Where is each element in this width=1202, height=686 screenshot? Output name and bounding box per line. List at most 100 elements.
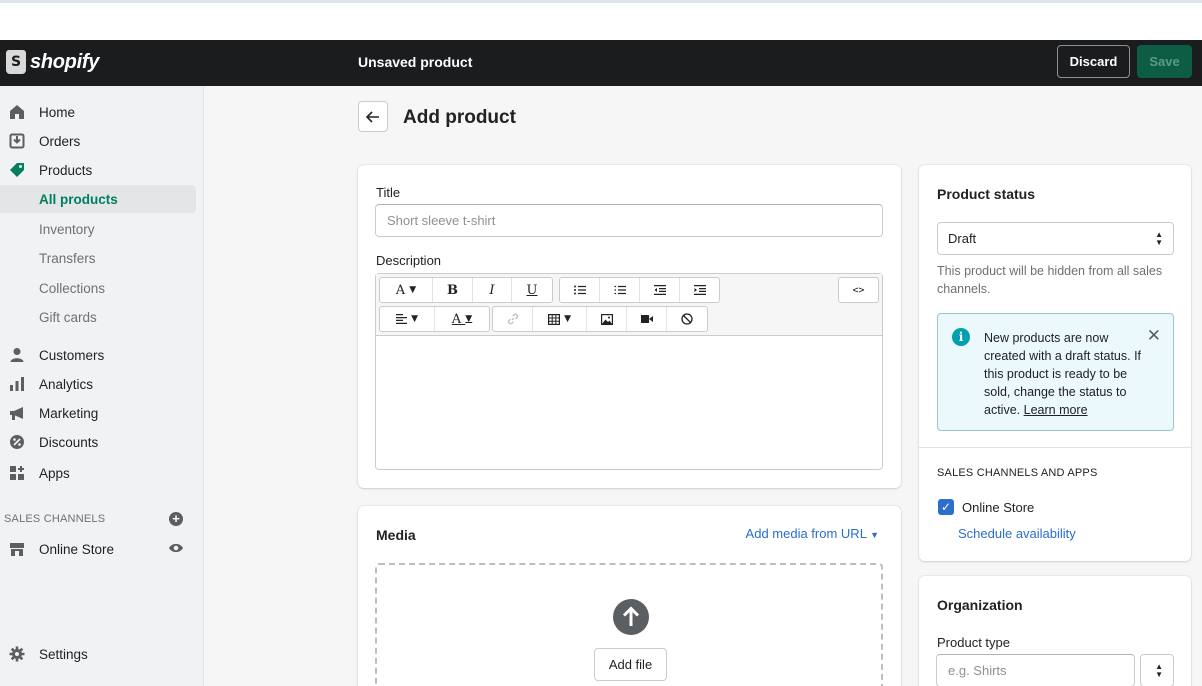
sidebar-item-label: Collections	[39, 280, 106, 296]
outdent-icon[interactable]	[640, 278, 680, 302]
online-store-checkbox[interactable]: ✓	[938, 499, 954, 515]
sidebar-item-home[interactable]: Home	[0, 98, 196, 126]
text-color-glyph: A	[451, 311, 462, 327]
sidebar-item-orders[interactable]: Orders	[0, 127, 196, 155]
sidebar-item-marketing[interactable]: Marketing	[0, 399, 196, 427]
media-dropzone[interactable]: Add file	[375, 563, 883, 686]
info-icon: i	[952, 328, 970, 346]
title-input[interactable]: Short sleeve t-shirt	[375, 204, 883, 237]
sales-channels-heading: SALES CHANNELS	[4, 513, 106, 525]
underline-button[interactable]: U	[512, 278, 552, 302]
image-icon[interactable]	[587, 307, 627, 331]
learn-more-link[interactable]: Learn more	[1024, 403, 1088, 417]
bold-button[interactable]: B	[433, 278, 473, 302]
link-icon[interactable]	[493, 307, 533, 331]
sidebar-item-transfers[interactable]: Transfers	[0, 244, 196, 272]
sidebar-item-collections[interactable]: Collections	[0, 274, 196, 302]
table-insert-dropdown[interactable]: ▼	[533, 307, 587, 331]
add-media-url-label: Add media from URL	[745, 526, 867, 541]
toolbar-group-insert: ▼	[492, 306, 708, 332]
caret-down-icon: ▼	[870, 530, 879, 540]
sidebar-item-all-products[interactable]: All products	[0, 185, 196, 213]
sidebar-item-settings[interactable]: Settings	[0, 640, 196, 668]
top-bar: shopify Unsaved product Discard Save	[0, 40, 1202, 86]
bar-chart-icon	[8, 375, 26, 393]
shopify-bag-icon	[6, 50, 26, 74]
sales-channels-apps-heading: SALES CHANNELS AND APPS	[937, 467, 1098, 479]
sidebar-item-label: Customers	[39, 347, 105, 363]
bullet-list-icon[interactable]	[560, 278, 600, 302]
status-select[interactable]: Draft ▲ ▼	[937, 222, 1174, 255]
sidebar-item-label: Inventory	[39, 221, 95, 237]
numbered-list-icon[interactable]	[600, 278, 640, 302]
toolbar-group-format: A ▼ B I U	[379, 277, 553, 303]
select-arrows-icon: ▲ ▼	[1155, 662, 1163, 679]
sidebar-item-online-store[interactable]: Online Store	[0, 535, 196, 563]
orders-icon	[8, 132, 26, 150]
indent-icon[interactable]	[680, 278, 719, 302]
title-label: Title	[376, 185, 401, 200]
code-view-button[interactable]: <>	[839, 278, 878, 302]
status-hint: This product will be hidden from all sal…	[937, 264, 1163, 296]
sidebar: Home Orders Products All products Invent…	[0, 86, 204, 686]
sidebar-item-label: All products	[39, 191, 118, 207]
align-left-icon	[395, 314, 407, 324]
add-media-url-link[interactable]: Add media from URL ▼	[746, 526, 879, 541]
font-style-button[interactable]: A ▼	[380, 278, 433, 302]
close-icon[interactable]: ✕	[1147, 326, 1161, 346]
sidebar-item-label: Apps	[39, 465, 70, 481]
media-heading: Media	[376, 527, 416, 543]
top-strip	[0, 0, 1202, 40]
discard-button[interactable]: Discard	[1057, 45, 1130, 78]
status-select-value: Draft	[948, 231, 977, 246]
sidebar-item-label: Online Store	[39, 541, 115, 557]
brand-name: shopify	[30, 50, 100, 73]
save-button[interactable]: Save	[1137, 45, 1192, 78]
eye-icon[interactable]	[168, 542, 184, 557]
megaphone-icon	[8, 404, 26, 422]
italic-button[interactable]: I	[473, 278, 512, 302]
sidebar-item-gift-cards[interactable]: Gift cards	[0, 303, 196, 331]
product-details-card: Title Short sleeve t-shirt Description A…	[358, 165, 901, 488]
select-arrows-icon: ▲ ▼	[1155, 230, 1163, 247]
home-icon	[8, 103, 26, 121]
store-icon	[8, 540, 26, 558]
sidebar-item-discounts[interactable]: Discounts	[0, 428, 196, 456]
sidebar-item-label: Discounts	[39, 434, 99, 450]
product-type-placeholder: e.g. Shirts	[948, 663, 1007, 678]
toolbar-group-code: <>	[838, 277, 879, 303]
sidebar-item-label: Gift cards	[39, 309, 97, 325]
sidebar-item-label: Settings	[39, 646, 88, 662]
online-store-label: Online Store	[962, 500, 1035, 515]
sidebar-item-products[interactable]: Products	[0, 156, 196, 184]
discount-icon	[8, 433, 26, 451]
add-channel-plus-icon[interactable]: +	[169, 512, 183, 526]
shopify-logo[interactable]: shopify	[6, 50, 99, 74]
sidebar-item-customers[interactable]: Customers	[0, 341, 196, 369]
draft-info-banner: i New products are now created with a dr…	[937, 313, 1174, 431]
product-type-select[interactable]: ▲ ▼	[1140, 654, 1174, 686]
banner-text: New products are now created with a draf…	[984, 329, 1144, 419]
back-button[interactable]	[358, 101, 388, 132]
product-type-input[interactable]: e.g. Shirts	[936, 654, 1135, 686]
organization-card: Organization Product type e.g. Shirts ▲ ▼	[919, 576, 1191, 686]
sidebar-item-analytics[interactable]: Analytics	[0, 370, 196, 398]
sidebar-item-inventory[interactable]: Inventory	[0, 215, 196, 243]
video-icon[interactable]	[627, 307, 667, 331]
description-textarea[interactable]	[376, 336, 882, 469]
clear-formatting-icon[interactable]	[667, 307, 707, 331]
page-title: Add product	[403, 107, 516, 128]
align-dropdown[interactable]: ▼	[380, 307, 435, 331]
sidebar-item-apps[interactable]: Apps	[0, 459, 196, 487]
gear-icon	[8, 645, 26, 663]
media-card: Media Add media from URL ▼ Add file	[358, 506, 901, 686]
product-type-label: Product type	[937, 635, 1010, 650]
arrow-left-icon	[366, 110, 379, 123]
divider	[919, 447, 1191, 448]
text-color-dropdown[interactable]: A ▼	[435, 307, 489, 331]
sidebar-item-label: Products	[39, 162, 93, 178]
sidebar-item-label: Transfers	[39, 250, 96, 266]
product-status-card: Product status Draft ▲ ▼ This product wil…	[919, 165, 1191, 561]
add-file-button[interactable]: Add file	[594, 648, 667, 681]
schedule-availability-link[interactable]: Schedule availability	[958, 526, 1076, 541]
